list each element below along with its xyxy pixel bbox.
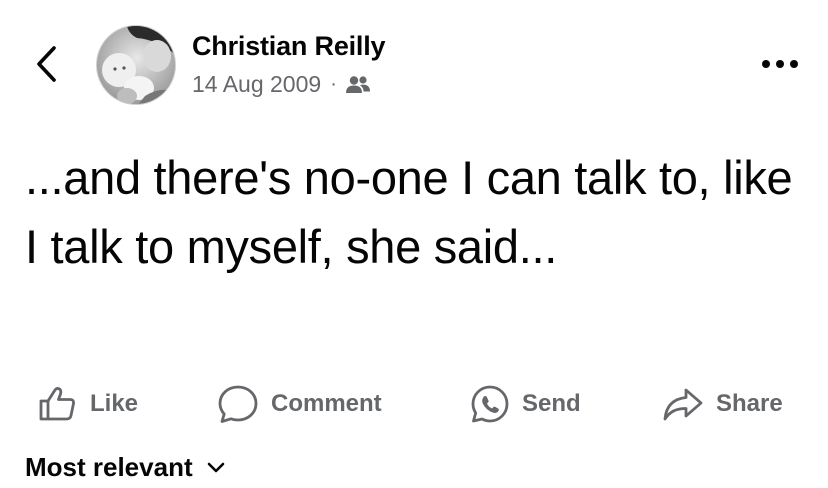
send-label: Send (522, 390, 581, 417)
post-date[interactable]: 14 Aug 2009 (192, 71, 321, 98)
share-icon (663, 388, 703, 421)
avatar-photo (97, 26, 175, 104)
author-avatar[interactable] (96, 25, 176, 105)
meta-separator: · (330, 73, 337, 95)
post-detail-screen: Christian Reilly 14 Aug 2009 · ...and th… (0, 0, 828, 488)
post-text: ...and there's no-one I can talk to, lik… (25, 151, 793, 273)
post-actions-bar: Like Comment Send Share (0, 378, 828, 430)
like-label: Like (90, 390, 139, 417)
share-button[interactable]: Share (662, 378, 783, 430)
more-options-icon (762, 60, 798, 68)
comment-sort-dropdown[interactable]: Most relevant (25, 452, 225, 483)
comment-label: Comment (271, 390, 382, 417)
chevron-left-icon (37, 46, 56, 82)
whatsapp-icon (471, 385, 509, 423)
share-label: Share (716, 390, 783, 417)
friends-icon[interactable] (345, 75, 371, 95)
like-icon (39, 387, 75, 421)
like-button[interactable]: Like (38, 378, 138, 430)
back-button[interactable] (28, 42, 64, 86)
comment-icon (218, 385, 258, 423)
post-meta: 14 Aug 2009 · (192, 71, 371, 98)
send-button[interactable]: Send (470, 378, 581, 430)
chevron-down-icon (207, 462, 224, 472)
author-name[interactable]: Christian Reilly (192, 31, 386, 62)
sort-label: Most relevant (25, 452, 193, 482)
more-options-button[interactable] (758, 52, 802, 76)
comment-button[interactable]: Comment (217, 378, 382, 430)
